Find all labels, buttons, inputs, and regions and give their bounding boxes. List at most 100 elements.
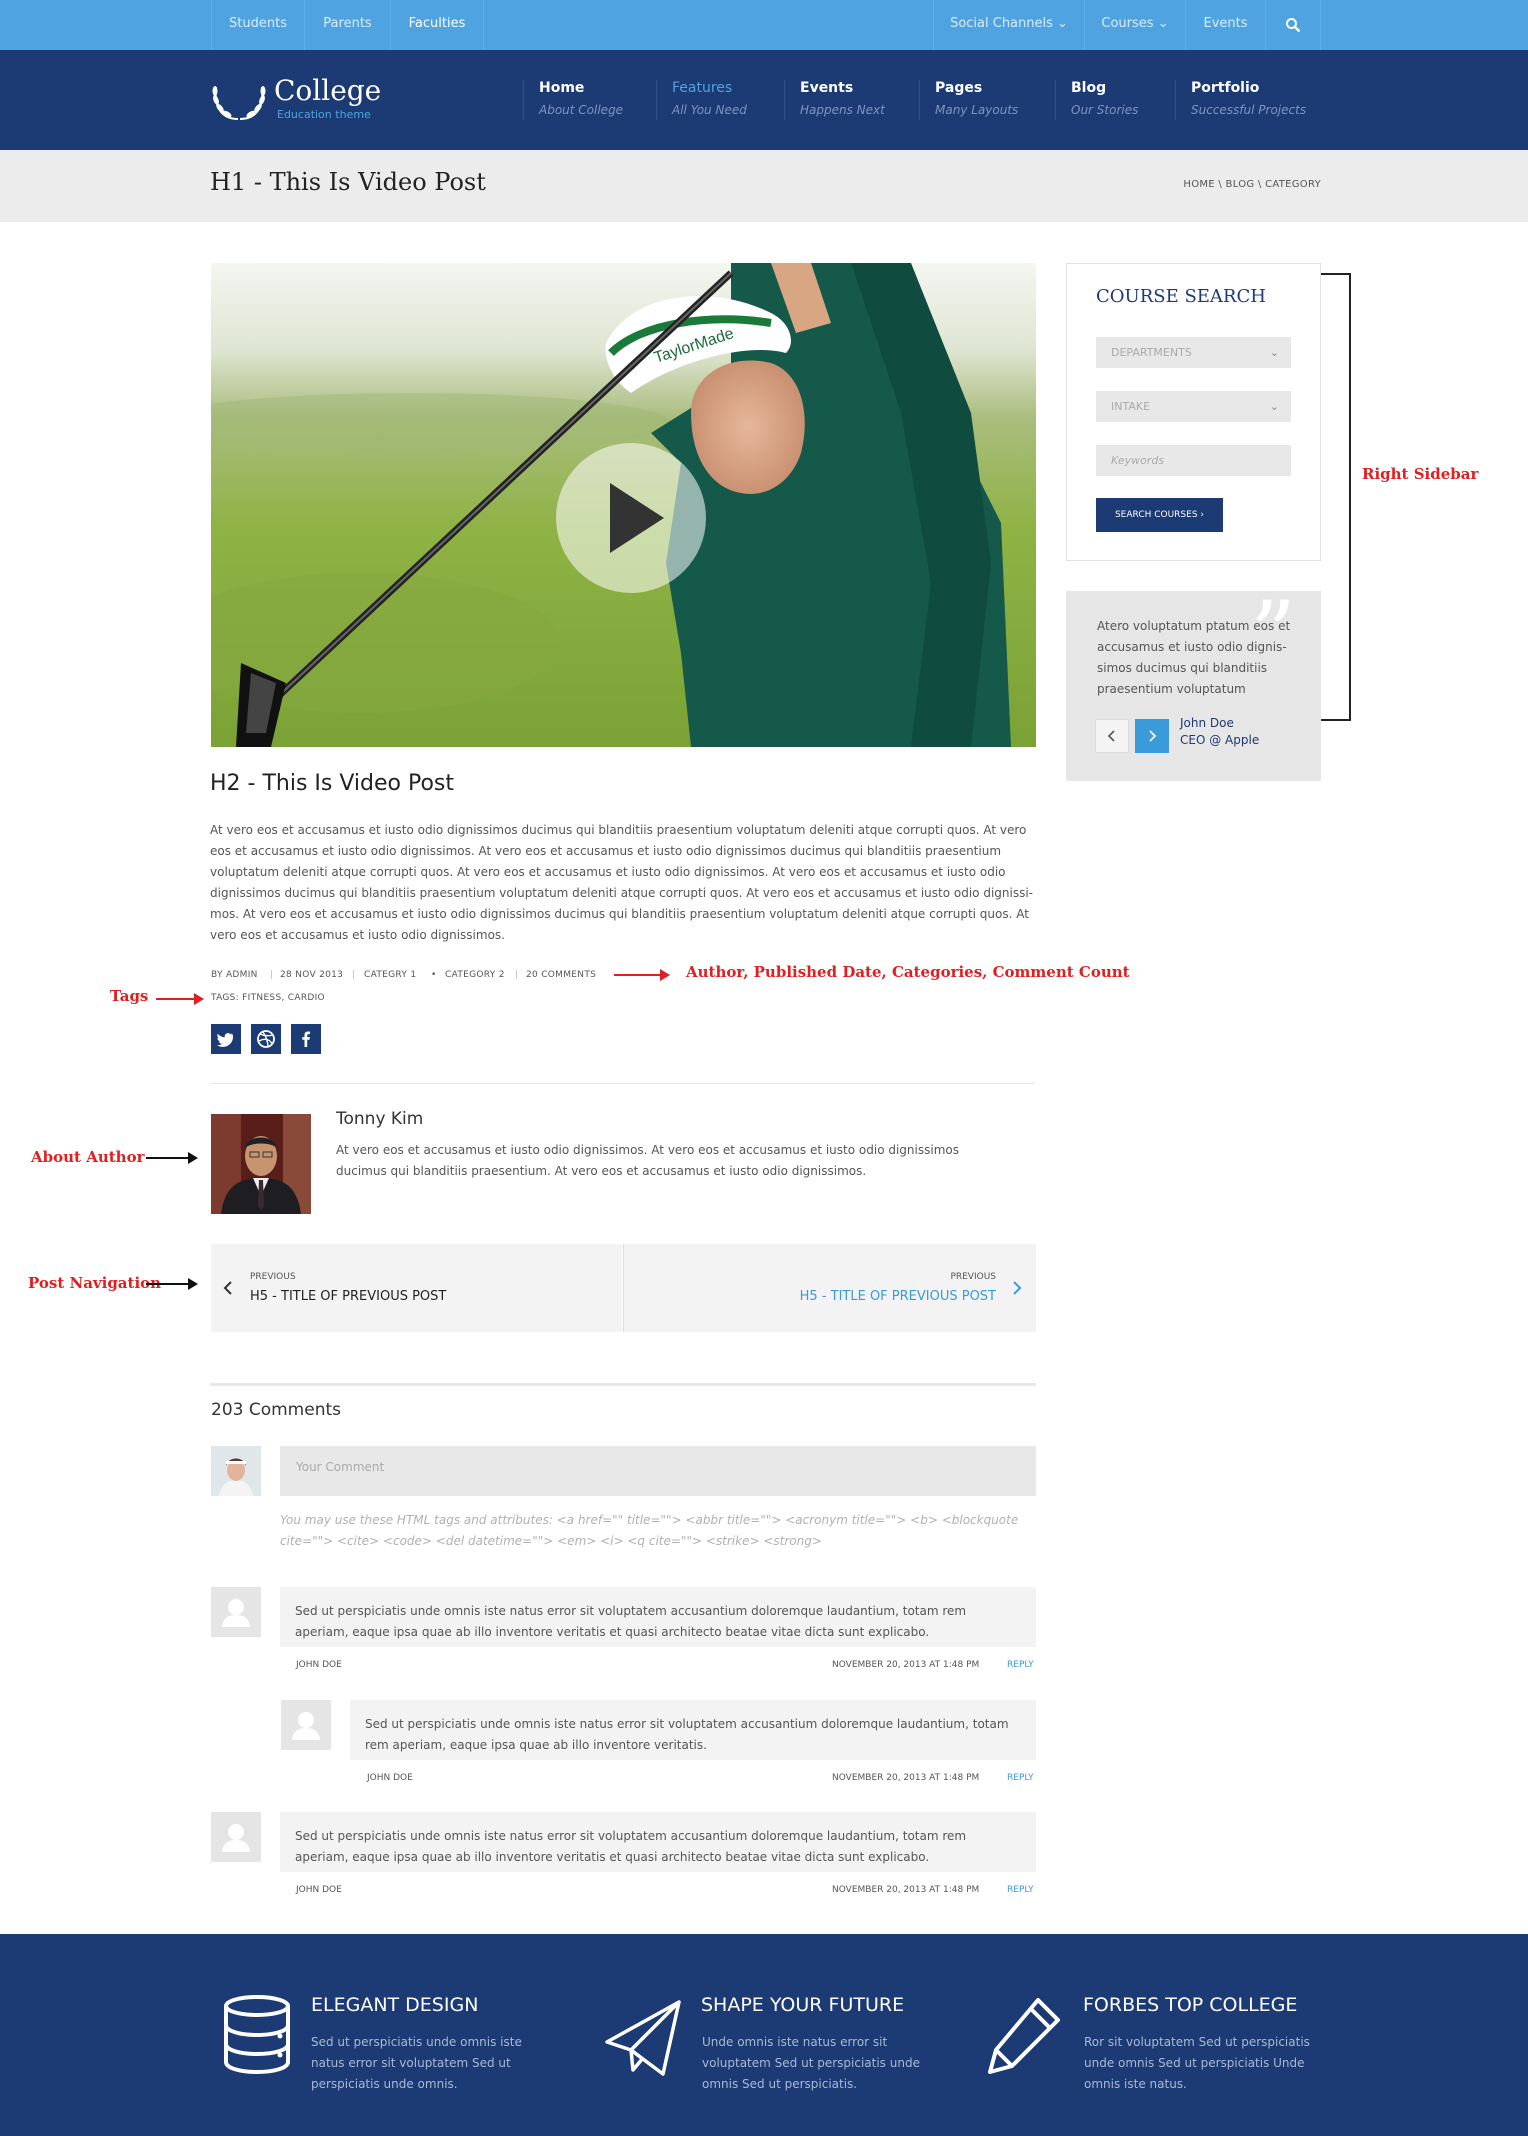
topbar-link-students[interactable]: Students <box>211 0 304 50</box>
search-courses-label: SEARCH COURSES <box>1114 510 1198 520</box>
topbar-link-parents[interactable]: Parents <box>304 0 390 50</box>
paper-plane-icon <box>605 2000 681 2076</box>
next-post-title: H5 - TITLE OF PREVIOUS POST <box>799 1289 996 1304</box>
comment-body: Sed ut perspiciatis unde omnis iste natu… <box>280 1587 1036 1647</box>
nav-title: Portfolio <box>1191 80 1260 96</box>
topbar-social-dropdown[interactable]: Social Channels ⌄ <box>933 0 1084 50</box>
social-label: Social Channels <box>950 16 1053 31</box>
comment-reply-link[interactable]: REPLY <box>1007 1773 1034 1783</box>
nav-item-blog[interactable]: Blog Our Stories <box>1055 80 1138 120</box>
nav-subtitle: Our Stories <box>1071 103 1139 117</box>
meta-divider: | <box>352 970 356 980</box>
post-comment-count[interactable]: 20 COMMENTS <box>526 970 596 980</box>
user-placeholder-icon <box>222 1824 250 1852</box>
chevron-left-icon <box>223 1281 232 1295</box>
intake-select[interactable]: INTAKE ⌄ <box>1096 391 1291 422</box>
video-player[interactable]: TaylorMade <box>211 263 1036 747</box>
comments-count: 203 Comments <box>211 1400 341 1420</box>
post-category-2[interactable]: CATEGORY 2 <box>445 970 505 980</box>
topbar-link-faculties[interactable]: Faculties <box>390 0 484 50</box>
topbar-courses-dropdown[interactable]: Courses ⌄ <box>1084 0 1185 50</box>
annotation-arrow-icon <box>146 1278 198 1290</box>
nav-subtitle: Many Layouts <box>935 103 1019 117</box>
current-user-avatar <box>211 1446 261 1496</box>
annotation-arrow-icon <box>146 1152 198 1164</box>
testimonial-author: John Doe <box>1180 716 1234 730</box>
author-bio: At vero eos et accusamus et iusto odio d… <box>336 1143 959 1178</box>
nav-item-pages[interactable]: Pages Many Layouts <box>919 80 1018 120</box>
prev-post-label: PREVIOUS <box>250 1272 296 1282</box>
facebook-icon <box>302 1031 310 1047</box>
page-title: H1 - This Is Video Post <box>210 168 486 196</box>
post-category-1[interactable]: CATEGRY 1 <box>364 970 416 980</box>
keywords-input[interactable]: Keywords <box>1096 445 1291 476</box>
testimonial-role: CEO @ Apple <box>1180 733 1260 747</box>
nav-title: Features <box>672 80 733 96</box>
play-button[interactable] <box>556 443 706 593</box>
laurel-logo-icon[interactable] <box>210 77 268 122</box>
departments-select[interactable]: DEPARTMENTS ⌄ <box>1096 337 1291 368</box>
annotation-bracket-icon <box>1320 273 1351 721</box>
nav-title: Home <box>539 80 585 96</box>
nav-subtitle: Successful Projects <box>1191 103 1307 117</box>
testimonial-prev-button[interactable] <box>1095 719 1129 753</box>
nav-title: Events <box>800 80 854 96</box>
comment-reply-link[interactable]: REPLY <box>1007 1885 1034 1895</box>
comment-date: NOVEMBER 20, 2013 AT 1:48 PM <box>832 1773 980 1783</box>
testimonial-next-button[interactable] <box>1135 719 1169 753</box>
comment-author: JOHN DOE <box>296 1885 342 1895</box>
comment-reply-body: Sed ut perspiciatis unde omnis iste natu… <box>350 1700 1036 1760</box>
topbar-link-events[interactable]: Events <box>1185 0 1265 50</box>
facebook-share-button[interactable] <box>291 1024 321 1054</box>
search-courses-button[interactable]: SEARCH COURSES › <box>1096 498 1223 532</box>
footer-feature-title: FORBES TOP COLLEGE <box>1083 1994 1298 2016</box>
annotation-arrow-icon <box>156 993 204 1005</box>
post-author[interactable]: BY ADMIN <box>211 970 258 980</box>
section-divider <box>210 1383 1036 1386</box>
nav-item-features[interactable]: Features All You Need <box>656 80 747 120</box>
section-divider <box>210 1083 1035 1084</box>
chevron-down-icon: ⌄ <box>1269 400 1279 413</box>
nav-item-home[interactable]: Home About College <box>523 80 623 120</box>
chevron-down-icon: ⌄ <box>1157 16 1169 31</box>
commenter-avatar <box>211 1587 261 1637</box>
annotation-arrow-icon <box>614 969 670 981</box>
meta-divider: | <box>270 970 274 980</box>
nav-subtitle: All You Need <box>672 103 747 117</box>
prev-post-title: H5 - TITLE OF PREVIOUS POST <box>250 1289 447 1304</box>
previous-post-link[interactable]: PREVIOUS H5 - TITLE OF PREVIOUS POST <box>211 1244 622 1332</box>
comment-reply-link[interactable]: REPLY <box>1007 1660 1034 1670</box>
courses-label: Courses <box>1101 16 1154 31</box>
next-post-link[interactable]: PREVIOUS H5 - TITLE OF PREVIOUS POST <box>623 1244 1036 1332</box>
comment-date: NOVEMBER 20, 2013 AT 1:48 PM <box>832 1660 980 1670</box>
chevron-down-icon: ⌄ <box>1269 346 1279 359</box>
nav-title: Blog <box>1071 80 1107 96</box>
next-post-label: PREVIOUS <box>950 1272 996 1282</box>
pencil-icon <box>988 1998 1060 2074</box>
dribbble-icon <box>257 1030 275 1048</box>
comment-author: JOHN DOE <box>296 1660 342 1670</box>
nav-subtitle: About College <box>539 103 624 117</box>
nav-item-portfolio[interactable]: Portfolio Successful Projects <box>1175 80 1306 120</box>
logo-tagline: Education theme <box>277 108 371 121</box>
chevron-right-icon <box>1149 730 1157 742</box>
search-button[interactable] <box>1265 0 1321 50</box>
author-photo <box>211 1114 311 1214</box>
departments-label: DEPARTMENTS <box>1111 346 1192 359</box>
chevron-down-icon: ⌄ <box>1057 16 1068 31</box>
footer-feature-title: SHAPE YOUR FUTURE <box>701 1994 905 2016</box>
post-tags[interactable]: TAGS: FITNESS, CARDIO <box>211 993 325 1003</box>
annotation-right-sidebar: Right Sidebar <box>1362 465 1479 483</box>
dribbble-share-button[interactable] <box>251 1024 281 1054</box>
nav-item-events[interactable]: Events Happens Next <box>784 80 885 120</box>
meta-dot: • <box>431 970 437 980</box>
author-avatar <box>211 1114 311 1214</box>
comment-input[interactable]: Your Comment <box>280 1446 1036 1496</box>
breadcrumb[interactable]: HOME \ BLOG \ CATEGORY <box>1110 179 1321 190</box>
author-name: Tonny Kim <box>336 1109 424 1129</box>
logo-name[interactable]: College <box>274 74 381 107</box>
twitter-share-button[interactable] <box>211 1024 241 1054</box>
intake-label: INTAKE <box>1111 400 1151 413</box>
annotation-post-navigation: Post Navigation <box>28 1274 162 1292</box>
commenter-avatar <box>281 1700 331 1750</box>
